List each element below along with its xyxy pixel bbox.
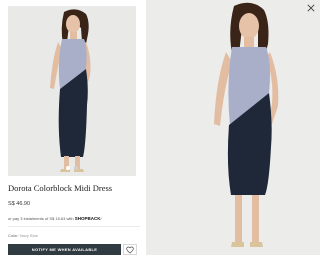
product-image[interactable]: [8, 6, 136, 176]
zoomed-product-image[interactable]: [146, 0, 320, 255]
color-selector: Color: Navy Blue: [8, 233, 38, 238]
wishlist-button[interactable]: [123, 244, 137, 255]
carousel-dot[interactable]: [74, 166, 78, 170]
model-zoomed-illustration: [146, 0, 320, 255]
product-detail-panel: Dorota Colorblock Midi Dress S$ 46.90 or…: [0, 0, 146, 255]
carousel-dots: [8, 166, 136, 170]
close-icon: [307, 4, 315, 12]
product-price: S$ 46.90: [8, 201, 31, 207]
heart-icon: [126, 246, 134, 253]
carousel-dot[interactable]: [66, 166, 70, 170]
color-value: Navy Blue: [19, 233, 39, 238]
close-button[interactable]: [305, 2, 317, 14]
shopback-brand[interactable]: SHOPBACK: [75, 216, 101, 221]
divider: [8, 226, 140, 227]
installment-info: or pay 3 instalments of S$ 15.63 with SH…: [8, 216, 102, 221]
installment-suffix: /: [100, 216, 102, 221]
product-title: Dorota Colorblock Midi Dress: [8, 183, 113, 193]
notify-me-button[interactable]: NOTIFY ME WHEN AVAILABLE: [8, 244, 121, 255]
installment-text: or pay 3 instalments of S$ 15.63 with: [8, 216, 74, 221]
model-illustration: [8, 6, 136, 176]
color-label: Color:: [8, 233, 19, 238]
